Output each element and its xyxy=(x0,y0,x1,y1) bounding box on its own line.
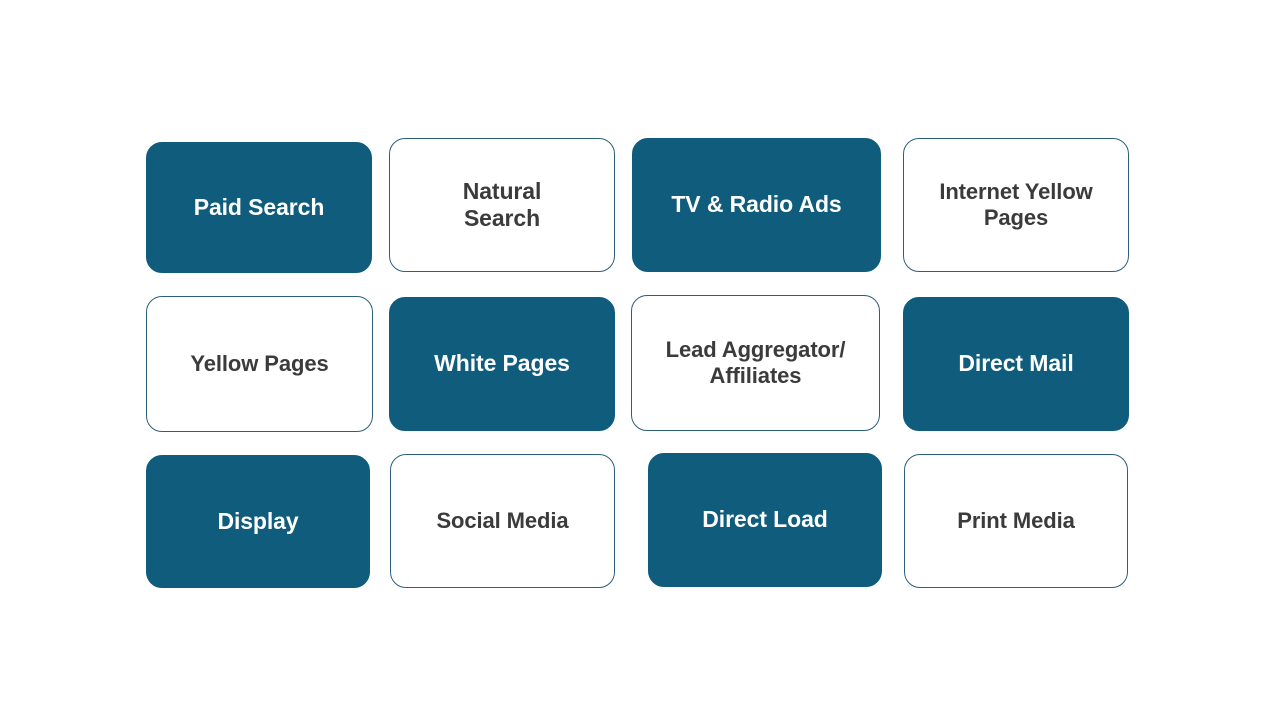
tile-label: Social Media xyxy=(436,508,569,534)
slide-canvas: Paid Search Natural Search TV & Radio Ad… xyxy=(0,0,1280,720)
tile-label: Yellow Pages xyxy=(190,351,329,377)
tile-label: Internet Yellow Pages xyxy=(939,179,1093,230)
tile-label: Natural Search xyxy=(462,177,542,231)
tile-direct-mail[interactable]: Direct Mail xyxy=(903,297,1129,431)
tile-label: TV & Radio Ads xyxy=(671,191,842,218)
tile-label: Lead Aggregator/ Affiliates xyxy=(665,337,846,388)
tile-label: Direct Load xyxy=(702,506,828,533)
tile-label: Direct Mail xyxy=(958,350,1074,377)
tile-label: Paid Search xyxy=(193,193,325,220)
tile-yellow-pages[interactable]: Yellow Pages xyxy=(146,296,373,432)
tile-internet-yellow-pages[interactable]: Internet Yellow Pages xyxy=(903,138,1129,272)
tile-display[interactable]: Display xyxy=(146,455,370,588)
tile-tv-radio-ads[interactable]: TV & Radio Ads xyxy=(632,138,881,272)
tile-natural-search[interactable]: Natural Search xyxy=(389,138,615,272)
tile-print-media[interactable]: Print Media xyxy=(904,454,1128,588)
tile-social-media[interactable]: Social Media xyxy=(390,454,615,588)
tile-lead-aggregator-affiliates[interactable]: Lead Aggregator/ Affiliates xyxy=(631,295,880,431)
tile-direct-load[interactable]: Direct Load xyxy=(648,453,882,587)
tile-label: White Pages xyxy=(434,350,570,377)
tile-label: Display xyxy=(217,507,299,534)
tile-paid-search[interactable]: Paid Search xyxy=(146,142,372,273)
tile-white-pages[interactable]: White Pages xyxy=(389,297,615,431)
tile-label: Print Media xyxy=(957,508,1075,534)
